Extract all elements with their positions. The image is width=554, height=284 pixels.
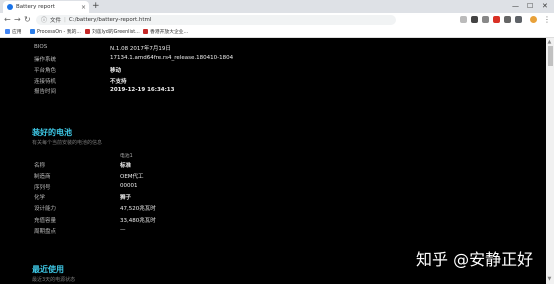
close-window-icon[interactable]: ✕ xyxy=(542,1,548,11)
installed-batteries-subtitle: 有关每个当前安装的电池的信息 xyxy=(32,140,103,146)
installed-batteries-title: 装好的电池 xyxy=(32,128,72,137)
bookmark-apps[interactable]: 应用 xyxy=(5,28,22,35)
connected-standby-value: 不支持 xyxy=(110,79,127,85)
manufacturer-value: OEM代工 xyxy=(120,174,144,180)
cycle-count-label: 周期盘点 xyxy=(34,229,57,235)
address-bar[interactable]: ⓘ 文件 | C:/battery/battery-report.html xyxy=(36,14,396,25)
tab-battery-report[interactable]: Battery report × xyxy=(3,1,89,13)
scrollbar-thumb[interactable] xyxy=(547,46,553,66)
serial-value: 00001 xyxy=(120,183,138,189)
bookmark-processon[interactable]: ProcessOn - 我的... xyxy=(30,28,81,35)
back-icon[interactable]: ← xyxy=(4,14,11,25)
bookmark-site-icon xyxy=(85,29,90,34)
full-charge-label: 充值容量 xyxy=(34,218,57,224)
tab-strip: Battery report × + — ☐ ✕ xyxy=(0,0,554,13)
full-charge-value: 33,480兆瓦时 xyxy=(120,218,156,224)
page-favicon-icon xyxy=(7,4,13,10)
os-label: 操作系统 xyxy=(34,57,57,63)
bookmark-hk[interactable]: 香港开放大企业... xyxy=(143,28,188,35)
info-icon[interactable]: ⓘ xyxy=(41,15,47,24)
manufacturer-label: 制造商 xyxy=(34,174,51,180)
scroll-up-icon[interactable]: ▲ xyxy=(548,39,552,45)
os-value: 17134.1.amd64fre.rs4_release.180410-1804 xyxy=(110,55,234,61)
maximize-icon[interactable]: ☐ xyxy=(527,1,533,11)
serial-label: 序列号 xyxy=(34,185,51,191)
extension-icon[interactable] xyxy=(504,16,511,23)
toolbar: ← → ↻ ⓘ 文件 | C:/battery/battery-report.h… xyxy=(0,13,554,26)
address-prefix: 文件 xyxy=(50,17,62,24)
connected-standby-label: 连接待机 xyxy=(34,79,57,85)
bookmark-label: 应用 xyxy=(12,30,22,35)
bookmark-label: ProcessOn - 我的... xyxy=(37,30,81,35)
battery-column-header: 电池1 xyxy=(120,154,133,159)
battery-name-value: 标准 xyxy=(120,163,132,169)
bookmark-star-icon[interactable] xyxy=(460,16,467,23)
design-capacity-label: 设计能力 xyxy=(34,206,57,212)
bookmark-greenlist[interactable]: 刘莲lyd的Greenlist... xyxy=(85,28,140,35)
recent-usage-title: 最近使用 xyxy=(32,265,64,274)
vertical-scrollbar[interactable]: ▲ ▼ xyxy=(546,38,554,284)
address-url[interactable]: C:/battery/battery-report.html xyxy=(69,17,152,23)
scroll-down-icon[interactable]: ▼ xyxy=(548,276,552,282)
zhihu-watermark: 知乎 @安静正好 xyxy=(416,250,534,269)
report-time-value: 2019-12-19 16:34:13 xyxy=(110,87,175,93)
menu-icon[interactable]: ⋮ xyxy=(543,14,551,25)
bookmarks-bar: 应用 ProcessOn - 我的... 刘莲lyd的Greenlist... … xyxy=(0,26,554,38)
close-tab-icon[interactable]: × xyxy=(81,4,86,11)
extension-icon[interactable] xyxy=(471,16,478,23)
platform-role-value: 移动 xyxy=(110,68,122,74)
bookmark-label: 香港开放大企业... xyxy=(150,30,189,35)
avatar[interactable] xyxy=(530,16,537,23)
platform-role-label: 平台角色 xyxy=(34,68,57,74)
extension-icon[interactable] xyxy=(493,16,500,23)
new-tab-button[interactable]: + xyxy=(92,1,100,12)
address-separator: | xyxy=(64,16,66,23)
bookmark-site-icon xyxy=(143,29,148,34)
chemistry-label: 化学 xyxy=(34,195,46,201)
apps-icon xyxy=(5,29,10,34)
report-time-label: 报告时间 xyxy=(34,89,57,95)
reload-icon[interactable]: ↻ xyxy=(24,14,31,25)
extension-icon[interactable] xyxy=(515,16,522,23)
battery-name-label: 名称 xyxy=(34,163,46,169)
cycle-count-value: — xyxy=(120,227,126,233)
extension-icon[interactable] xyxy=(482,16,489,23)
chemistry-value: 狮子 xyxy=(120,195,132,201)
bookmark-label: 刘莲lyd的Greenlist... xyxy=(92,30,140,35)
tab-title: Battery report xyxy=(16,4,55,10)
bios-value: N.1.08 2017年7月19日 xyxy=(110,46,171,52)
minimize-icon[interactable]: — xyxy=(512,1,519,11)
design-capacity-value: 47,520兆瓦时 xyxy=(120,206,156,212)
recent-usage-subtitle: 最近3天的电源状态 xyxy=(32,277,76,283)
processon-icon xyxy=(30,29,35,34)
bios-label: BIOS xyxy=(34,44,48,50)
forward-icon[interactable]: → xyxy=(14,14,21,25)
